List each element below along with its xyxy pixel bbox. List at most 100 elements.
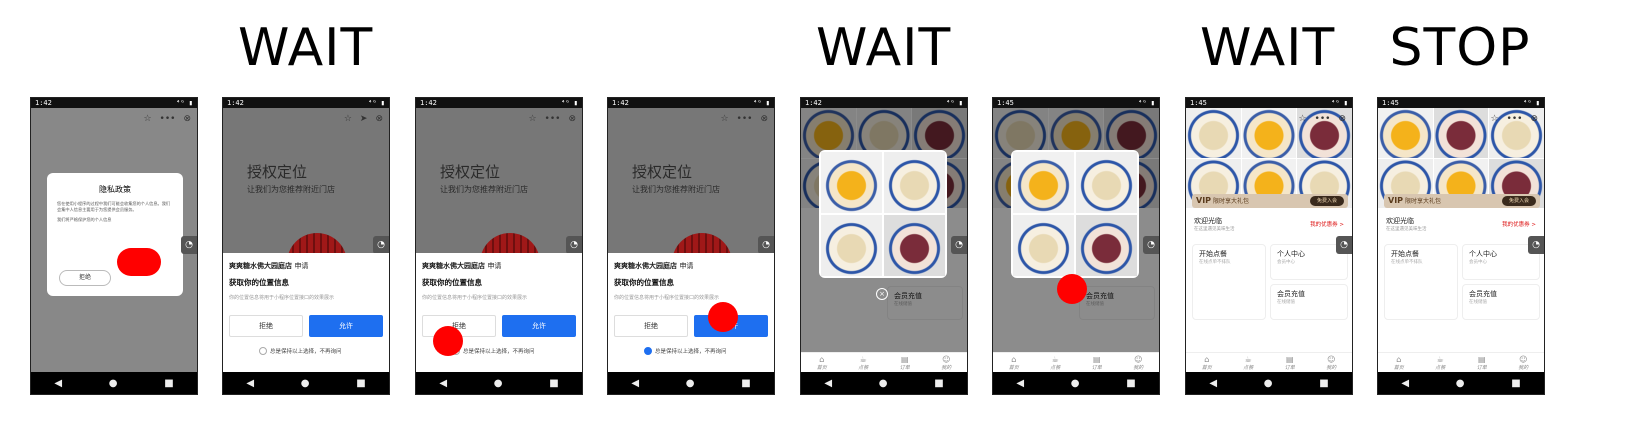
float-icon[interactable]: ◔ — [1143, 236, 1159, 254]
privacy-reject-button[interactable]: 拒绝 — [59, 270, 111, 286]
float-icon[interactable]: ◔ — [566, 236, 582, 254]
tab-me[interactable]: ☺ 我的 — [1518, 355, 1528, 372]
home-icon[interactable]: ● — [1264, 378, 1273, 389]
promo-popup[interactable] — [1011, 150, 1139, 278]
star-icon[interactable]: ☆ — [720, 114, 728, 124]
reject-button[interactable]: 拒绝 — [614, 315, 688, 337]
permission-sheet: 爽爽糖水佛大园庭店 申请 获取你的位置信息 你的位置信息将用于小程序位置接口的效… — [223, 253, 389, 374]
step-label-4: STOP — [1389, 18, 1531, 78]
recents-icon[interactable]: ■ — [1319, 378, 1328, 389]
close-icon[interactable]: ⊗ — [1530, 114, 1538, 124]
vip-banner[interactable]: VIP 限时享大礼包 免费入会 — [1192, 194, 1348, 208]
close-icon[interactable]: ⊗ — [183, 114, 191, 124]
join-button[interactable]: 免费入会 — [1310, 196, 1344, 206]
tab-me[interactable]: ☺ 我的 — [1326, 355, 1336, 372]
tab-orders[interactable]: ▤ 订单 — [900, 355, 910, 372]
tab-order[interactable]: ☕ 点餐 — [1435, 355, 1445, 372]
close-icon[interactable]: ⊗ — [375, 114, 383, 124]
tab-order[interactable]: ☕ 点餐 — [858, 355, 868, 372]
coupon-link[interactable]: 我的优惠券 > — [1502, 220, 1536, 228]
float-icon[interactable]: ◔ — [758, 236, 774, 254]
status-bar: 1:45 ⁴ᴳ ▮ — [1378, 98, 1544, 108]
tab-order[interactable]: ☕ 点餐 — [1243, 355, 1253, 372]
home-icon[interactable]: ● — [1456, 378, 1465, 389]
home-icon[interactable]: ● — [879, 378, 888, 389]
tab-order[interactable]: ☕ 点餐 — [1050, 355, 1060, 372]
float-icon[interactable]: ◔ — [951, 236, 967, 254]
allow-button[interactable]: 允许 — [502, 315, 576, 337]
tab-me[interactable]: ☺ 我的 — [1133, 355, 1143, 372]
float-icon[interactable]: ◔ — [373, 236, 389, 254]
star-icon[interactable]: ☆ — [1490, 114, 1498, 124]
recharge-card[interactable]: 会员充值 在线储值 — [1270, 284, 1348, 320]
star-icon[interactable]: ☆ — [1298, 114, 1306, 124]
popup-close-button[interactable]: × — [876, 288, 888, 300]
capsule-menu: ☆ ••• ⊗ — [143, 114, 191, 124]
recents-icon[interactable]: ■ — [164, 378, 173, 389]
tab-orders[interactable]: ▤ 订单 — [1092, 355, 1102, 372]
home-icon[interactable]: ● — [686, 378, 695, 389]
back-icon[interactable]: ◀ — [824, 378, 832, 389]
tab-home[interactable]: ⌂ 首页 — [817, 355, 827, 372]
close-icon[interactable]: ⊗ — [568, 114, 576, 124]
recents-icon[interactable]: ■ — [934, 378, 943, 389]
more-icon[interactable]: ••• — [1315, 114, 1331, 124]
recents-icon[interactable]: ■ — [549, 378, 558, 389]
promo-popup[interactable] — [819, 150, 947, 278]
location-title: 授权定位 — [247, 163, 308, 181]
back-icon[interactable]: ◀ — [246, 378, 254, 389]
star-icon[interactable]: ☆ — [344, 114, 352, 124]
tab-home[interactable]: ⌂ 首页 — [1202, 355, 1212, 372]
tap-marker — [433, 326, 463, 356]
back-icon[interactable]: ◀ — [1016, 378, 1024, 389]
back-icon[interactable]: ◀ — [631, 378, 639, 389]
remember-checkbox[interactable]: 总是保持以上选择，不再询问 — [259, 347, 342, 355]
tab-me[interactable]: ☺ 我的 — [941, 355, 951, 372]
shop-name: 爽爽糖水佛大园庭店 申请 — [229, 262, 309, 270]
remember-checkbox[interactable]: 总是保持以上选择，不再询问 — [644, 347, 727, 355]
recents-icon[interactable]: ■ — [741, 378, 750, 389]
tab-bar: ⌂ 首页 ☕ 点餐 ▤ 订单 ☺ 我的 — [1378, 352, 1544, 372]
capsule-menu: ☆ ••• ⊗ — [1298, 114, 1346, 124]
back-icon[interactable]: ◀ — [439, 378, 447, 389]
more-icon[interactable]: ••• — [160, 114, 176, 124]
status-bar: 1:42 ⁴ᴳ ▮ — [223, 98, 389, 108]
float-icon[interactable]: ◔ — [181, 236, 197, 254]
remember-checkbox[interactable]: 总是保持以上选择，不再询问 — [452, 347, 535, 355]
nav-bar: ◀ ● ■ — [31, 372, 197, 394]
order-card[interactable]: 开始点餐 在线点单不排队 — [1192, 244, 1266, 320]
back-icon[interactable]: ◀ — [1209, 378, 1217, 389]
more-icon[interactable]: ••• — [545, 114, 561, 124]
home-icon[interactable]: ● — [109, 378, 118, 389]
home-icon[interactable]: ● — [301, 378, 310, 389]
star-icon[interactable]: ☆ — [528, 114, 536, 124]
order-card[interactable]: 开始点餐 在线点单不排队 — [1384, 244, 1458, 320]
recents-icon[interactable]: ■ — [1126, 378, 1135, 389]
float-icon[interactable]: ◔ — [1528, 236, 1544, 254]
allow-button[interactable]: 允许 — [309, 315, 383, 337]
join-button[interactable]: 免费入会 — [1502, 196, 1536, 206]
location-subtitle: 让我们为您推荐附近门店 — [247, 185, 335, 194]
back-icon[interactable]: ◀ — [54, 378, 62, 389]
tab-orders[interactable]: ▤ 订单 — [1285, 355, 1295, 372]
reject-button[interactable]: 拒绝 — [229, 315, 303, 337]
location-subtitle: 让我们为您推荐附近门店 — [440, 185, 528, 194]
vip-banner[interactable]: VIP 限时享大礼包 免费入会 — [1384, 194, 1540, 208]
tab-home[interactable]: ⌂ 首页 — [1009, 355, 1019, 372]
star-icon[interactable]: ☆ — [143, 114, 151, 124]
more-icon[interactable]: ••• — [1507, 114, 1523, 124]
tab-home[interactable]: ⌂ 首页 — [1394, 355, 1404, 372]
coupon-link[interactable]: 我的优惠券 > — [1310, 220, 1344, 228]
recents-icon[interactable]: ■ — [356, 378, 365, 389]
home-icon[interactable]: ● — [494, 378, 503, 389]
back-icon[interactable]: ◀ — [1401, 378, 1409, 389]
float-icon[interactable]: ◔ — [1336, 236, 1352, 254]
home-icon[interactable]: ● — [1071, 378, 1080, 389]
permission-sheet: 爽爽糖水佛大园庭店 申请 获取你的位置信息 你的位置信息将用于小程序位置接口的效… — [416, 253, 582, 374]
close-icon[interactable]: ⊗ — [1338, 114, 1346, 124]
tab-orders[interactable]: ▤ 订单 — [1477, 355, 1487, 372]
more-icon[interactable]: ••• — [737, 114, 753, 124]
close-icon[interactable]: ⊗ — [760, 114, 768, 124]
recents-icon[interactable]: ■ — [1511, 378, 1520, 389]
recharge-card[interactable]: 会员充值 在线储值 — [1462, 284, 1540, 320]
